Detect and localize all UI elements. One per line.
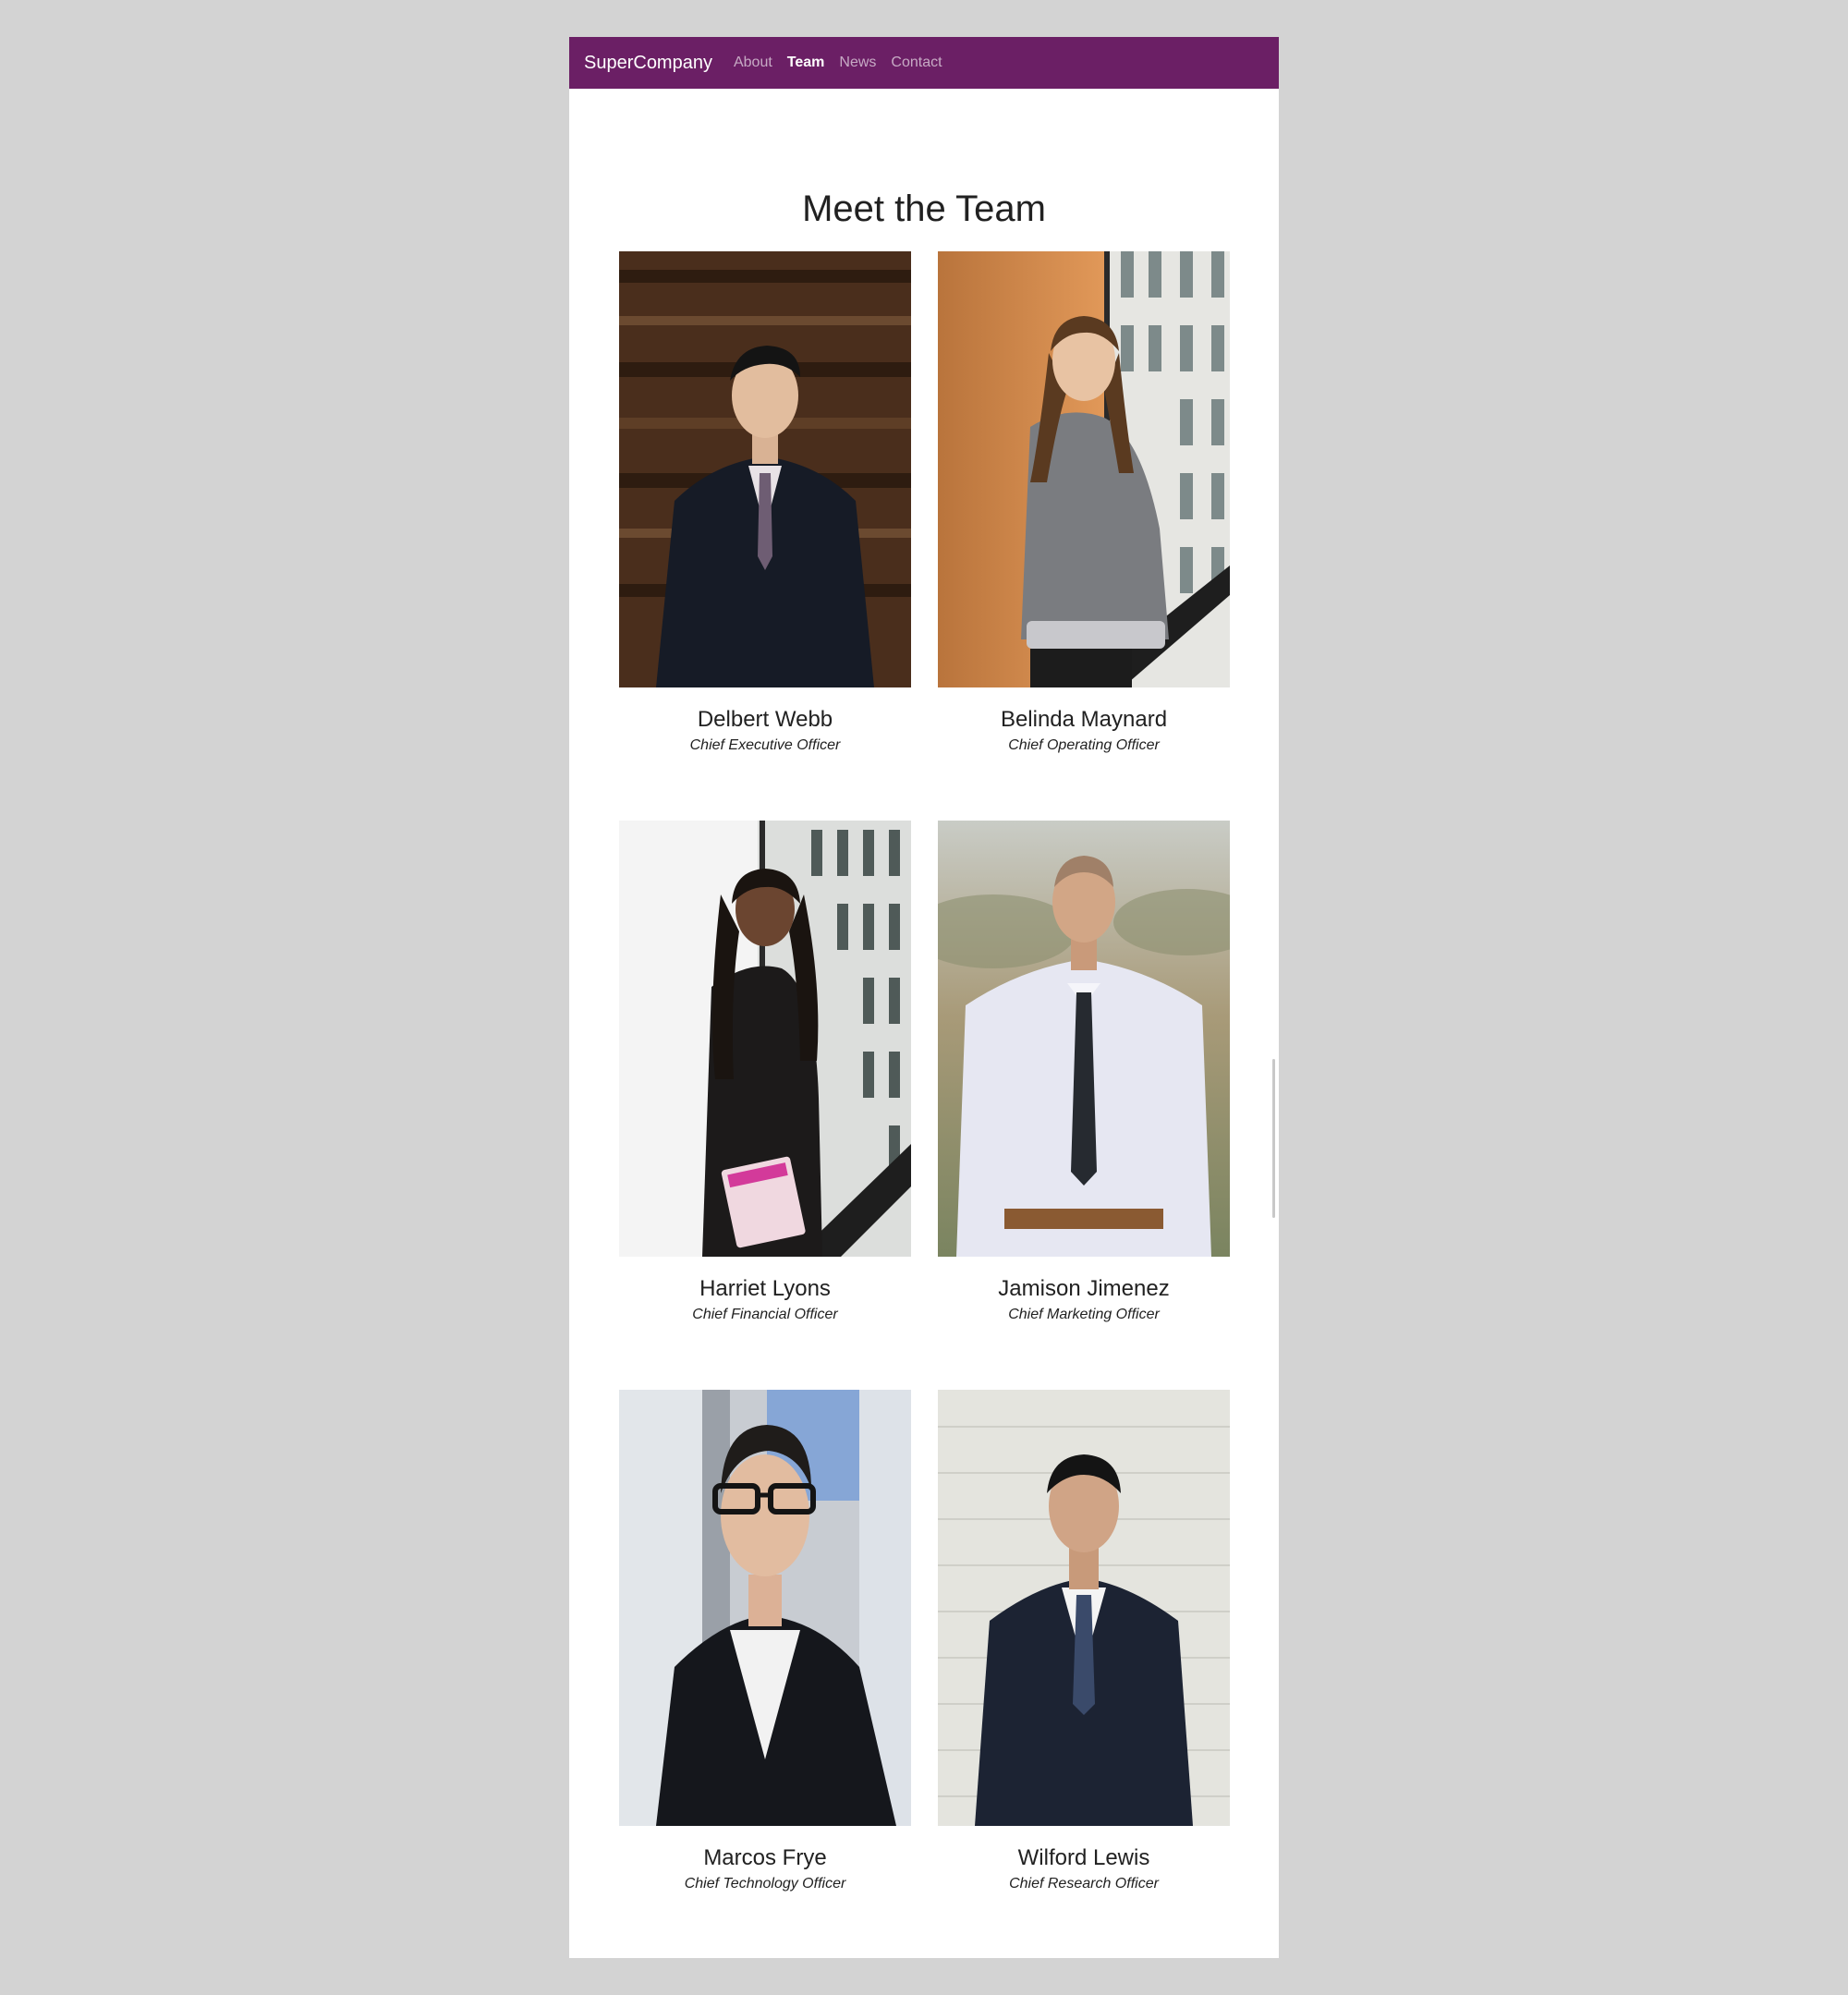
portrait-image <box>938 251 1230 687</box>
team-card: Delbert Webb Chief Executive Officer <box>619 251 911 754</box>
team-card: Harriet Lyons Chief Financial Officer <box>619 821 911 1323</box>
member-name: Wilford Lewis <box>1017 1845 1150 1870</box>
page-container: SuperCompany About Team News Contact Mee… <box>569 37 1279 1958</box>
team-card: Jamison Jimenez Chief Marketing Officer <box>938 821 1230 1323</box>
scrollbar-thumb[interactable] <box>1272 1059 1275 1218</box>
team-card: Belinda Maynard Chief Operating Officer <box>938 251 1230 754</box>
page-title: Meet the Team <box>802 189 1046 229</box>
team-card: Marcos Frye Chief Technology Officer <box>619 1390 911 1892</box>
team-photo <box>619 821 911 1257</box>
portrait-image <box>938 821 1230 1257</box>
member-name: Jamison Jimenez <box>998 1276 1170 1301</box>
portrait-image <box>619 821 911 1257</box>
team-photo <box>938 251 1230 687</box>
member-role: Chief Research Officer <box>1009 1876 1159 1892</box>
team-photo <box>938 1390 1230 1826</box>
portrait-image <box>619 251 911 687</box>
team-photo <box>619 251 911 687</box>
team-photo <box>619 1390 911 1826</box>
nav-link-team[interactable]: Team <box>787 55 825 71</box>
team-photo <box>938 821 1230 1257</box>
member-role: Chief Financial Officer <box>692 1307 838 1323</box>
nav-link-contact[interactable]: Contact <box>891 55 942 71</box>
member-role: Chief Marketing Officer <box>1008 1307 1160 1323</box>
member-name: Harriet Lyons <box>699 1276 831 1301</box>
nav-link-news[interactable]: News <box>839 55 876 71</box>
portrait-image <box>938 1390 1230 1826</box>
navbar: SuperCompany About Team News Contact <box>569 37 1279 89</box>
member-role: Chief Operating Officer <box>1008 737 1160 754</box>
brand-logo[interactable]: SuperCompany <box>584 53 712 74</box>
member-role: Chief Technology Officer <box>684 1876 846 1892</box>
member-name: Belinda Maynard <box>1000 707 1168 732</box>
portrait-image <box>619 1390 911 1826</box>
member-role: Chief Executive Officer <box>689 737 841 754</box>
member-name: Delbert Webb <box>697 707 833 732</box>
member-name: Marcos Frye <box>703 1845 827 1870</box>
team-card: Wilford Lewis Chief Research Officer <box>938 1390 1230 1892</box>
nav-link-about[interactable]: About <box>734 55 772 71</box>
